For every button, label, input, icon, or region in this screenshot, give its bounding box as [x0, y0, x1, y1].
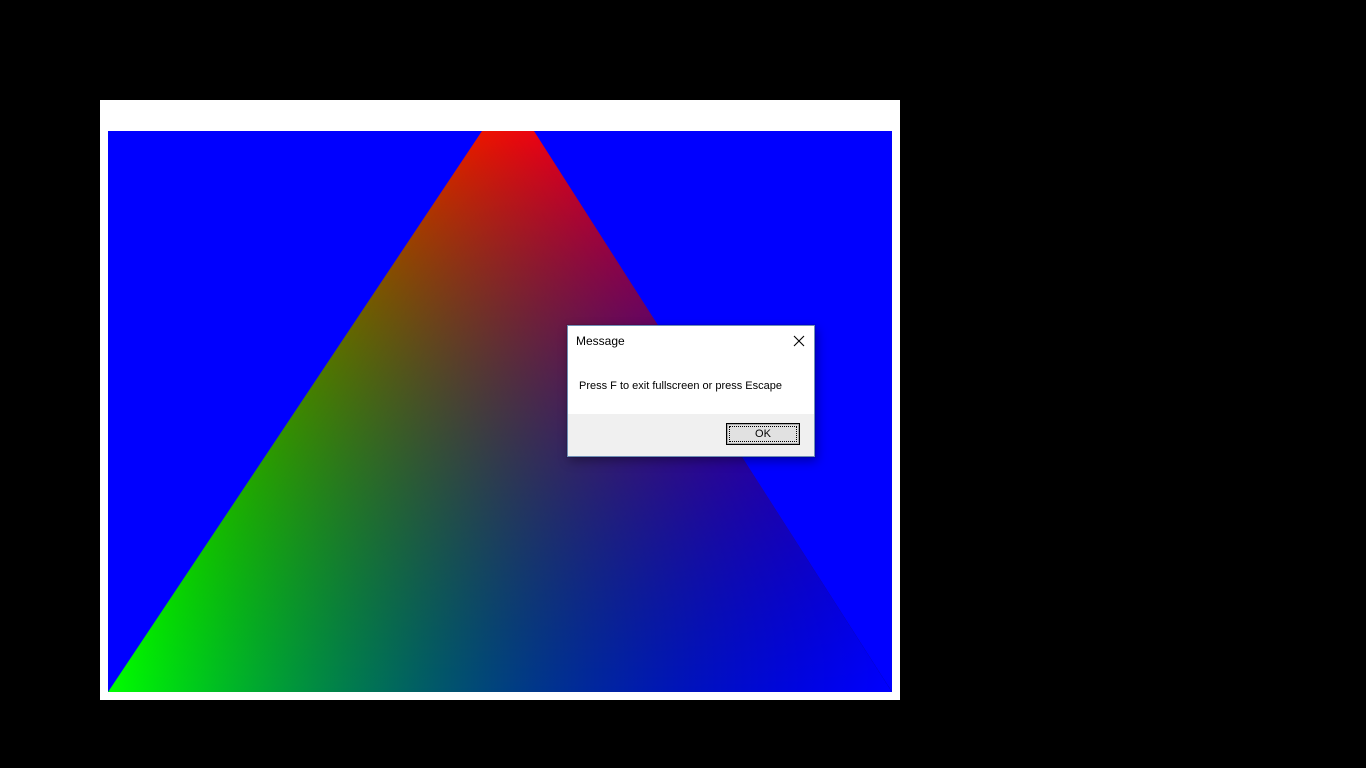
close-icon	[793, 335, 805, 347]
dialog-titlebar[interactable]: Message	[568, 326, 814, 356]
ok-button-label: OK	[755, 428, 771, 440]
dialog-body: Press F to exit fullscreen or press Esca…	[568, 356, 814, 415]
close-button[interactable]	[784, 326, 814, 356]
dialog-footer: OK	[568, 414, 814, 456]
ok-button[interactable]: OK	[726, 423, 800, 445]
dialog-message: Press F to exit fullscreen or press Esca…	[579, 380, 782, 392]
dialog-title: Message	[576, 334, 625, 348]
message-dialog: Message Press F to exit fullscreen or pr…	[567, 325, 815, 457]
